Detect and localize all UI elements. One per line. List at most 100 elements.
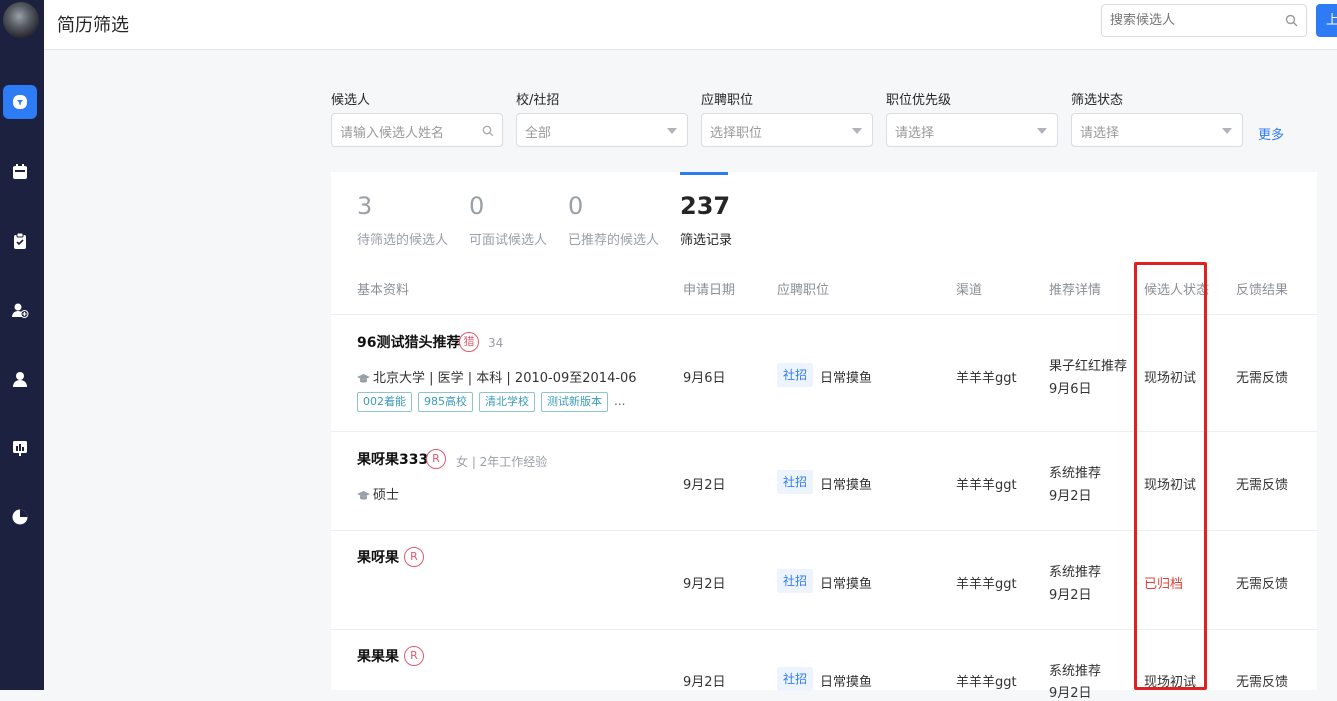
filter-candidate: 候选人 请输入候选人姓名 bbox=[331, 89, 503, 147]
status-column-highlight bbox=[1134, 262, 1207, 690]
position-name: 日常摸鱼 bbox=[820, 371, 873, 386]
priority-select[interactable]: 请选择 bbox=[886, 113, 1058, 147]
tab-label: 可面试候选人 bbox=[469, 233, 548, 248]
candidate-name[interactable]: 果果果 bbox=[357, 646, 399, 666]
apply-date: 9月2日 bbox=[683, 577, 726, 592]
filter-label: 候选人 bbox=[331, 93, 371, 108]
column-header-basic-info: 基本资料 bbox=[357, 283, 410, 298]
tab-label: 筛选记录 bbox=[680, 233, 733, 248]
more-filters-link[interactable]: 更多 bbox=[1258, 124, 1284, 143]
user-plus-icon bbox=[12, 303, 29, 318]
recommend-source: 系统推荐 bbox=[1049, 664, 1102, 679]
clipboard-icon bbox=[14, 232, 26, 249]
more-tags[interactable]: ... bbox=[614, 392, 625, 412]
recommend-date: 9月6日 bbox=[1049, 382, 1092, 397]
results-card: 3 待筛选的候选人 0 可面试候选人 0 已推荐的候选人 237 筛选记录 基本… bbox=[331, 172, 1317, 701]
tab-label: 待筛选的候选人 bbox=[357, 233, 449, 248]
channel: 羊羊羊ggt bbox=[956, 478, 1017, 493]
nav-filter-icon[interactable] bbox=[3, 85, 37, 119]
filter-priority: 职位优先级 请选择 bbox=[886, 89, 1058, 147]
recommend-source: 系统推荐 bbox=[1049, 565, 1102, 580]
education-info: 北京大学 | 医学 | 本科 | 2010-09至2014-06 bbox=[357, 367, 637, 386]
candidate-name-input[interactable]: 请输入候选人姓名 bbox=[331, 113, 503, 147]
resume-badge: R bbox=[404, 547, 424, 567]
select-placeholder: 请选择 bbox=[1080, 126, 1120, 141]
apply-date: 9月2日 bbox=[683, 478, 726, 493]
filter-status: 筛选状态 请选择 bbox=[1071, 89, 1243, 147]
apply-date: 9月2日 bbox=[683, 675, 726, 690]
nav-calendar[interactable] bbox=[3, 155, 37, 189]
recommend-date: 9月2日 bbox=[1049, 489, 1092, 504]
candidate-meta: 女 | 2年工作经验 bbox=[456, 455, 548, 469]
candidate-tag: 002着能 bbox=[357, 392, 412, 412]
column-header-feedback: 反馈结果 bbox=[1236, 283, 1289, 298]
filter-recruit-type: 校/社招 全部 bbox=[516, 89, 688, 147]
nav-chart[interactable] bbox=[3, 431, 37, 465]
candidate-name[interactable]: 果呀果333 bbox=[357, 449, 428, 469]
recruit-type-tag: 社招 bbox=[777, 569, 814, 593]
tab-count: 3 bbox=[357, 192, 373, 220]
candidate-age: 34 bbox=[488, 336, 504, 350]
channel: 羊羊羊ggt bbox=[956, 371, 1017, 386]
search-input[interactable] bbox=[1110, 13, 1280, 28]
feedback-result: 无需反馈 bbox=[1236, 577, 1289, 592]
search-icon bbox=[482, 125, 494, 137]
user-icon bbox=[13, 372, 27, 387]
feedback-result: 无需反馈 bbox=[1236, 371, 1289, 386]
channel: 羊羊羊ggt bbox=[956, 577, 1017, 592]
chevron-down-icon bbox=[1222, 128, 1232, 134]
education-info: 硕士 bbox=[357, 484, 399, 503]
candidate-tag: 清北学校 bbox=[479, 392, 535, 412]
tag-list: 002着能 985高校 清北学校 测试新版本 ... bbox=[357, 392, 625, 412]
candidate-tag: 测试新版本 bbox=[541, 392, 608, 412]
pie-chart-icon bbox=[12, 509, 28, 525]
resume-badge: R bbox=[426, 449, 446, 469]
nav-pie-chart[interactable] bbox=[3, 500, 37, 534]
avatar[interactable] bbox=[3, 2, 39, 38]
feedback-result: 无需反馈 bbox=[1236, 675, 1289, 690]
nav-add-user[interactable] bbox=[3, 293, 37, 327]
recruit-type-select[interactable]: 全部 bbox=[516, 113, 688, 147]
upload-button[interactable]: 上 bbox=[1316, 4, 1337, 37]
recommend-date: 9月2日 bbox=[1049, 686, 1092, 701]
apply-date: 9月6日 bbox=[683, 371, 726, 386]
recruit-type-tag: 社招 bbox=[777, 667, 814, 691]
chevron-down-icon bbox=[1037, 128, 1047, 134]
filter-position: 应聘职位 选择职位 bbox=[701, 89, 873, 147]
top-search[interactable] bbox=[1101, 4, 1307, 37]
candidate-name[interactable]: 果呀果 bbox=[357, 547, 399, 567]
candidate-tag: 985高校 bbox=[418, 392, 473, 412]
column-header-channel: 渠道 bbox=[956, 283, 983, 298]
chevron-down-icon bbox=[667, 128, 677, 134]
position-select[interactable]: 选择职位 bbox=[701, 113, 873, 147]
select-placeholder: 请选择 bbox=[895, 126, 935, 141]
filter-label: 筛选状态 bbox=[1071, 93, 1124, 108]
chart-icon bbox=[13, 441, 27, 456]
position-name: 日常摸鱼 bbox=[820, 675, 873, 690]
main-content: 候选人 请输入候选人姓名 校/社招 全部 应聘职位 选择职位 职位优先级 请选择 bbox=[44, 51, 1337, 701]
recommend-date: 9月2日 bbox=[1049, 588, 1092, 603]
select-placeholder: 选择职位 bbox=[710, 126, 763, 141]
page-title: 简历筛选 bbox=[57, 15, 129, 36]
graduation-cap-icon bbox=[357, 490, 370, 500]
channel: 羊羊羊ggt bbox=[956, 675, 1017, 690]
candidate-name[interactable]: 96测试猎头推荐 bbox=[357, 332, 460, 352]
recommend-source: 果子红红推荐 bbox=[1049, 359, 1128, 374]
filter-icon bbox=[13, 95, 27, 109]
column-header-recommend: 推荐详情 bbox=[1049, 283, 1102, 298]
chevron-down-icon bbox=[852, 128, 862, 134]
status-select[interactable]: 请选择 bbox=[1071, 113, 1243, 147]
tab-count: 237 bbox=[680, 192, 731, 220]
nav-user[interactable] bbox=[3, 362, 37, 396]
sidebar bbox=[0, 0, 44, 690]
position-name: 日常摸鱼 bbox=[820, 577, 873, 592]
education-text: 硕士 bbox=[373, 488, 400, 503]
nav-clipboard[interactable] bbox=[3, 224, 37, 258]
filter-label: 应聘职位 bbox=[701, 93, 754, 108]
search-icon[interactable] bbox=[1285, 14, 1298, 27]
graduation-cap-icon bbox=[357, 373, 370, 383]
headhunter-badge: 猎 bbox=[459, 332, 479, 352]
recruit-type-tag: 社招 bbox=[777, 470, 814, 494]
column-header-position: 应聘职位 bbox=[777, 283, 830, 298]
recommend-source: 系统推荐 bbox=[1049, 466, 1102, 481]
